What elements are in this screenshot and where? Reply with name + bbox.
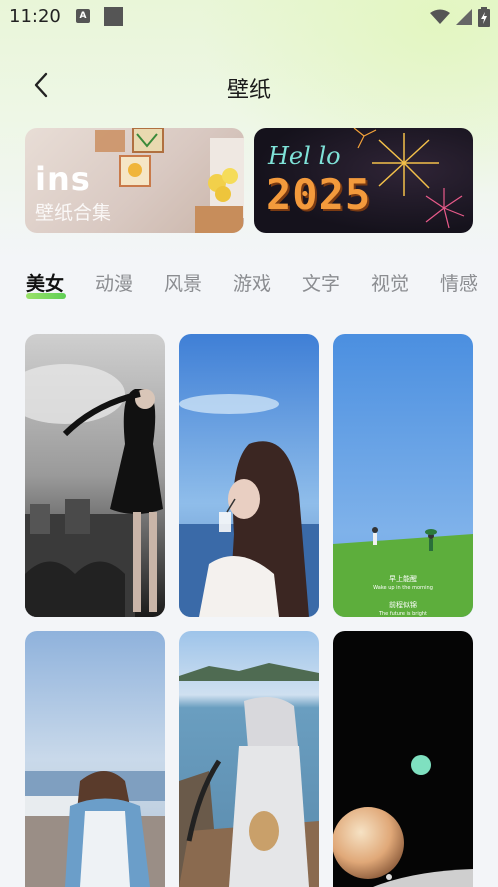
page-title: 壁纸 [226,78,271,103]
status-bar: 11:20 A [0,0,498,34]
banner-hello-text: Hel lo [268,142,341,170]
wallpaper-caption-3: 前程似锦 [389,601,417,609]
wallpaper-card[interactable] [25,631,165,887]
keyboard-notification-icon: A [76,9,90,23]
wallpaper-card[interactable] [25,334,165,617]
tab-beauty[interactable]: 美女 [26,269,64,296]
tab-games[interactable]: 游戏 [233,269,271,296]
banner-hello-2025[interactable]: Hel lo 2025 [254,128,473,233]
wallpaper-card[interactable]: 早上能醒 Wake up in the morning 前程似锦 The fut… [333,334,473,617]
banner-subtitle: 壁纸合集 [35,202,112,224]
wallpaper-image [25,334,165,617]
wallpaper-card[interactable] [333,631,473,887]
wallpaper-card[interactable] [179,631,319,887]
battery-icon [478,7,490,27]
tab-anime[interactable]: 动漫 [95,269,133,296]
wallpaper-card[interactable] [179,334,319,617]
wallpaper-image [179,631,319,887]
wallpaper-caption-2: Wake up in the morning [373,585,433,591]
banner-brand: ins [35,160,91,198]
banner-ins-wallpaper-collection[interactable]: ins 壁纸合集 [25,128,244,233]
signal-icon [456,9,472,25]
tab-emotion[interactable]: 情感 [440,269,478,296]
page-header: 壁纸 [0,62,498,108]
category-tabs: 美女 动漫 风景 游戏 文字 视觉 情感 [0,266,498,306]
wallpaper-image [179,334,319,617]
tab-text[interactable]: 文字 [302,269,340,296]
tab-visual[interactable]: 视觉 [371,269,409,296]
notification-square-icon [104,7,123,26]
status-time: 11:20 [9,6,61,27]
wallpaper-image [333,631,473,887]
banner-year-text: 2025 [266,170,372,219]
tab-scenery[interactable]: 风景 [164,269,202,296]
wallpaper-caption-1: 早上能醒 [389,575,417,583]
wallpaper-caption-4: The future is bright [378,611,428,617]
wallpaper-image [25,631,165,887]
wifi-icon [430,9,450,24]
